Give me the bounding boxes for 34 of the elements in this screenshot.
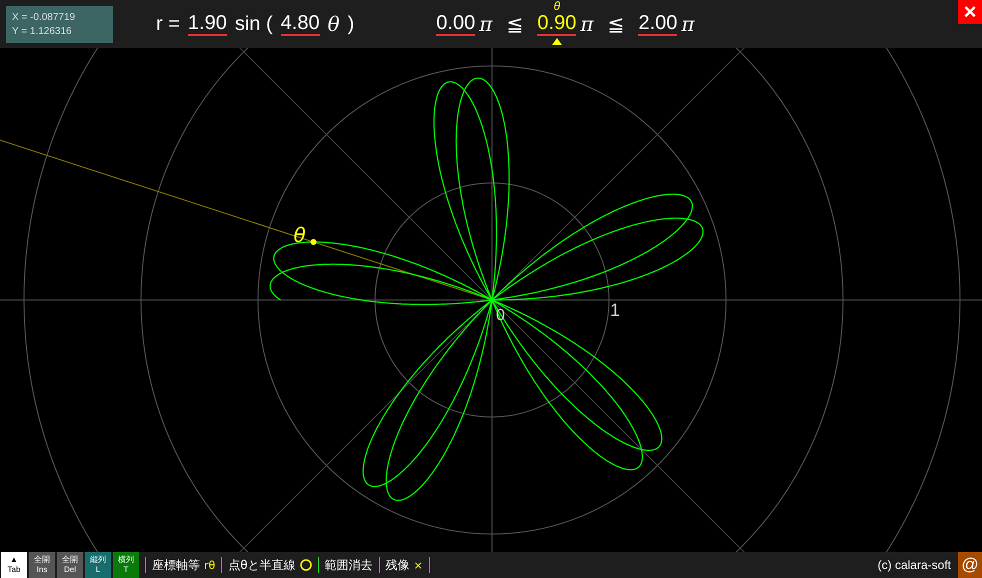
toolbar-button[interactable]: 全開 Ins xyxy=(29,552,55,578)
frequency-value[interactable]: 4.80 xyxy=(280,12,320,36)
less-equal-symbol: ≦ xyxy=(607,12,624,36)
less-equal-symbol: ≦ xyxy=(506,12,524,36)
pi-symbol: π xyxy=(681,12,695,36)
x-coordinate: X = -0.087719 xyxy=(12,12,76,22)
current-theta-value[interactable]: 0.90 xyxy=(537,12,576,36)
range-start-value[interactable]: 0.00 xyxy=(436,12,476,36)
range-end-value[interactable]: 2.00 xyxy=(638,12,678,36)
toolbar-button[interactable]: ▲ Tab xyxy=(1,552,27,578)
amplitude-value[interactable]: 1.90 xyxy=(188,12,227,36)
circle-icon xyxy=(300,559,312,571)
toolbar-item[interactable]: 範囲消去 xyxy=(324,556,373,574)
function-label: sin ( xyxy=(234,12,273,36)
toolbar-item[interactable]: 座標軸等 rθ xyxy=(152,556,216,574)
toolbar-item[interactable]: 点θと半直線 xyxy=(228,556,312,574)
close-button[interactable]: × xyxy=(958,0,982,24)
triangle-marker-icon xyxy=(552,38,562,45)
theta-point-label: θ xyxy=(294,223,306,247)
pi-symbol: π xyxy=(580,12,594,36)
theta-symbol: θ xyxy=(328,12,340,36)
toolbar-button[interactable]: 横列 T xyxy=(113,552,139,578)
toolbar-button[interactable]: 全開 Del xyxy=(57,552,83,578)
at-button[interactable]: @ xyxy=(958,552,982,578)
pi-symbol: π xyxy=(479,12,492,36)
y-coordinate: Y = 1.126316 xyxy=(12,26,73,36)
theta-label: θ xyxy=(554,0,560,13)
equation-label: r = xyxy=(156,12,180,36)
copyright-text: (c) calara-soft xyxy=(878,558,951,572)
theta-point[interactable] xyxy=(310,239,316,245)
toolbar-button[interactable]: 縦列 L xyxy=(85,552,111,578)
unit-label: 1 xyxy=(610,300,620,320)
toolbar-item[interactable]: 残像 × xyxy=(386,556,423,574)
closing-parenthesis: ) xyxy=(348,12,354,36)
